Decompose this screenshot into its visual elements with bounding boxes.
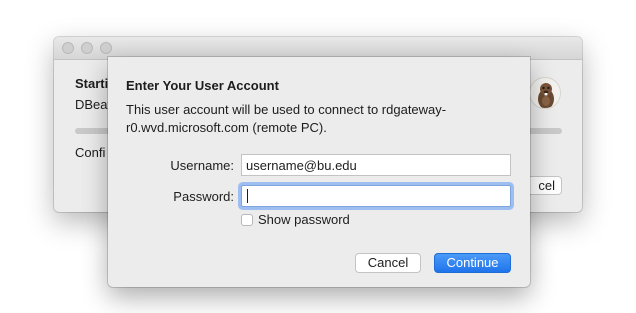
dialog-message: This user account will be used to connec…	[126, 102, 447, 135]
password-label: Password:	[173, 189, 234, 204]
text-caret	[247, 189, 248, 203]
cancel-button[interactable]: Cancel	[355, 253, 421, 273]
window-close-button[interactable]	[62, 42, 74, 54]
background-config-text: Confi	[75, 145, 106, 160]
show-password-checkbox[interactable]	[241, 213, 253, 226]
dbeaver-beaver-icon	[529, 77, 561, 109]
continue-button[interactable]: Continue	[434, 253, 511, 273]
background-subtitle: DBeat	[75, 97, 112, 112]
window-minimize-button[interactable]	[81, 42, 93, 54]
username-label: Username:	[170, 158, 234, 173]
password-input[interactable]	[241, 185, 511, 207]
show-password-label: Show password	[258, 212, 350, 227]
user-account-dialog: Enter Your User Account This user accoun…	[108, 57, 530, 287]
dialog-title: Enter Your User Account	[126, 78, 279, 93]
show-password-row[interactable]: Show password	[241, 212, 350, 227]
window-zoom-button[interactable]	[100, 42, 112, 54]
username-input[interactable]	[241, 154, 511, 176]
background-title: Starti	[75, 76, 109, 91]
